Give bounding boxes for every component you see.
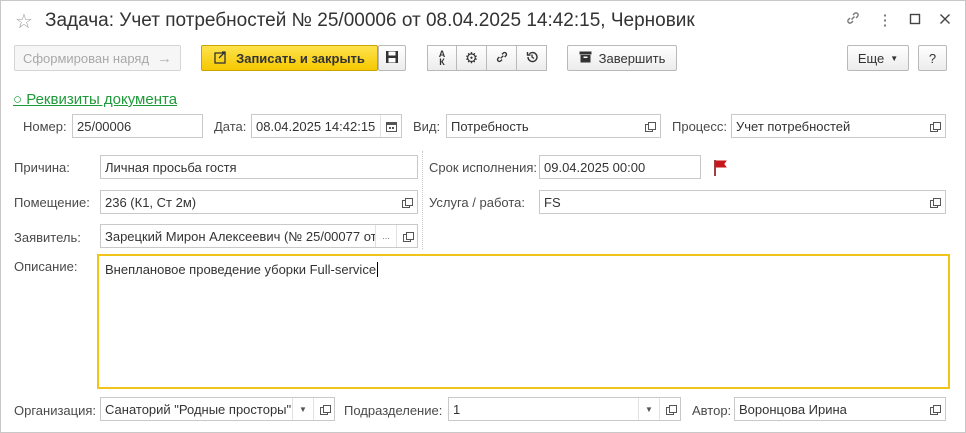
open-department-icon[interactable] bbox=[659, 398, 680, 420]
column-divider bbox=[422, 151, 423, 249]
organization-field[interactable]: Санаторий "Родные просторы" ▼ bbox=[100, 397, 335, 421]
department-dropdown-icon[interactable]: ▼ bbox=[638, 398, 659, 420]
kind-value: Потребность bbox=[451, 118, 529, 134]
help-label: ? bbox=[928, 50, 937, 66]
open-organization-icon[interactable] bbox=[313, 398, 334, 420]
window-title: Задача: Учет потребностей № 25/00006 от … bbox=[45, 10, 695, 31]
organization-value: Санаторий "Родные просторы" bbox=[105, 401, 292, 417]
room-field[interactable]: 236 (К1, Ст 2м) bbox=[100, 190, 418, 214]
number-value: 25/00006 bbox=[77, 118, 132, 134]
department-label: Подразделение: bbox=[344, 403, 443, 418]
task-window: ☆ Задача: Учет потребностей № 25/00006 о… bbox=[0, 0, 966, 433]
process-field[interactable]: Учет потребностей bbox=[731, 114, 946, 138]
help-button[interactable]: ? bbox=[918, 45, 947, 71]
reason-value: Личная просьба гостя bbox=[105, 159, 237, 175]
spell-check-icon: АК bbox=[438, 49, 446, 67]
applicant-field[interactable]: Зарецкий Мирон Алексеевич (№ 25/00077 от… bbox=[100, 224, 418, 248]
text-cursor bbox=[377, 262, 379, 277]
number-field[interactable]: 25/00006 bbox=[72, 114, 203, 138]
process-value: Учет потребностей bbox=[736, 118, 851, 134]
formed-order-button[interactable]: Сформирован наряд → bbox=[14, 45, 181, 71]
link-button[interactable] bbox=[486, 45, 517, 71]
reason-field[interactable]: Личная просьба гостя bbox=[100, 155, 418, 179]
kind-field[interactable]: Потребность bbox=[446, 114, 661, 138]
gears-icon: ⚙ bbox=[464, 50, 479, 67]
description-label: Описание: bbox=[14, 259, 78, 274]
service-field[interactable]: FS bbox=[539, 190, 946, 214]
calendar-icon[interactable] bbox=[380, 115, 401, 137]
requisites-section-toggle[interactable]: ○ Реквизиты документа bbox=[13, 91, 177, 108]
open-applicant-icon[interactable] bbox=[396, 225, 417, 247]
settings-button[interactable]: ⚙ bbox=[456, 45, 487, 71]
service-value: FS bbox=[544, 194, 561, 210]
deadline-label: Срок исполнения: bbox=[429, 160, 537, 175]
room-label: Помещение: bbox=[14, 195, 90, 210]
number-label: Номер: bbox=[23, 119, 67, 134]
open-room-icon[interactable] bbox=[396, 191, 417, 213]
department-value: 1 bbox=[453, 401, 461, 417]
finish-button[interactable]: Завершить bbox=[567, 45, 677, 71]
reason-label: Причина: bbox=[14, 160, 70, 175]
open-service-icon[interactable] bbox=[924, 191, 945, 213]
author-label: Автор: bbox=[692, 403, 732, 418]
description-text: Внеплановое проведение уборки Full-servi… bbox=[105, 262, 377, 277]
save-and-close-button[interactable]: Записать и закрыть bbox=[201, 45, 378, 71]
spell-check-button[interactable]: АК bbox=[427, 45, 457, 71]
favorite-star-icon[interactable]: ☆ bbox=[15, 9, 33, 34]
more-button[interactable]: Еще ▼ bbox=[847, 45, 909, 71]
organization-dropdown-icon[interactable]: ▼ bbox=[292, 398, 313, 420]
link-icon[interactable] bbox=[841, 10, 865, 32]
applicant-label: Заявитель: bbox=[14, 230, 81, 245]
floppy-disk-icon bbox=[385, 50, 399, 67]
save-close-label: Записать и закрыть bbox=[236, 50, 365, 66]
date-value: 08.04.2025 14:42:15 bbox=[256, 118, 376, 134]
date-label: Дата: bbox=[214, 119, 247, 134]
department-field[interactable]: 1 ▼ bbox=[448, 397, 681, 421]
close-icon[interactable] bbox=[933, 10, 957, 32]
process-label: Процесс: bbox=[672, 119, 727, 134]
chain-link-icon bbox=[495, 50, 509, 67]
priority-flag-icon[interactable] bbox=[713, 159, 729, 177]
organization-label: Организация: bbox=[14, 403, 97, 418]
dropdown-arrow-icon: ▼ bbox=[890, 53, 899, 63]
open-author-icon[interactable] bbox=[924, 398, 945, 420]
arrow-right-icon: → bbox=[157, 49, 173, 67]
save-close-icon bbox=[214, 50, 228, 67]
formed-order-label: Сформирован наряд bbox=[22, 50, 150, 66]
open-process-icon[interactable] bbox=[924, 115, 945, 137]
archive-box-icon bbox=[579, 51, 592, 66]
select-applicant-icon[interactable]: ... bbox=[375, 225, 396, 247]
author-field[interactable]: Воронцова Ирина bbox=[734, 397, 946, 421]
save-button[interactable] bbox=[378, 45, 406, 71]
date-field[interactable]: 08.04.2025 14:42:15 bbox=[251, 114, 402, 138]
service-label: Услуга / работа: bbox=[429, 195, 525, 210]
maximize-icon[interactable] bbox=[903, 10, 927, 32]
kind-label: Вид: bbox=[413, 119, 441, 134]
finish-label: Завершить bbox=[598, 50, 666, 66]
deadline-value: 09.04.2025 00:00 bbox=[544, 159, 646, 175]
author-value: Воронцова Ирина bbox=[739, 401, 847, 417]
open-kind-icon[interactable] bbox=[639, 115, 660, 137]
more-vertical-icon[interactable]: ⋮ bbox=[873, 10, 897, 32]
room-value: 236 (К1, Ст 2м) bbox=[105, 194, 197, 210]
more-label: Еще bbox=[857, 50, 885, 66]
applicant-value: Зарецкий Мирон Алексеевич (№ 25/00077 от bbox=[105, 228, 375, 244]
history-button[interactable] bbox=[516, 45, 547, 71]
description-textarea[interactable]: Внеплановое проведение уборки Full-servi… bbox=[97, 254, 950, 389]
history-icon bbox=[525, 50, 539, 67]
deadline-field[interactable]: 09.04.2025 00:00 bbox=[539, 155, 701, 179]
